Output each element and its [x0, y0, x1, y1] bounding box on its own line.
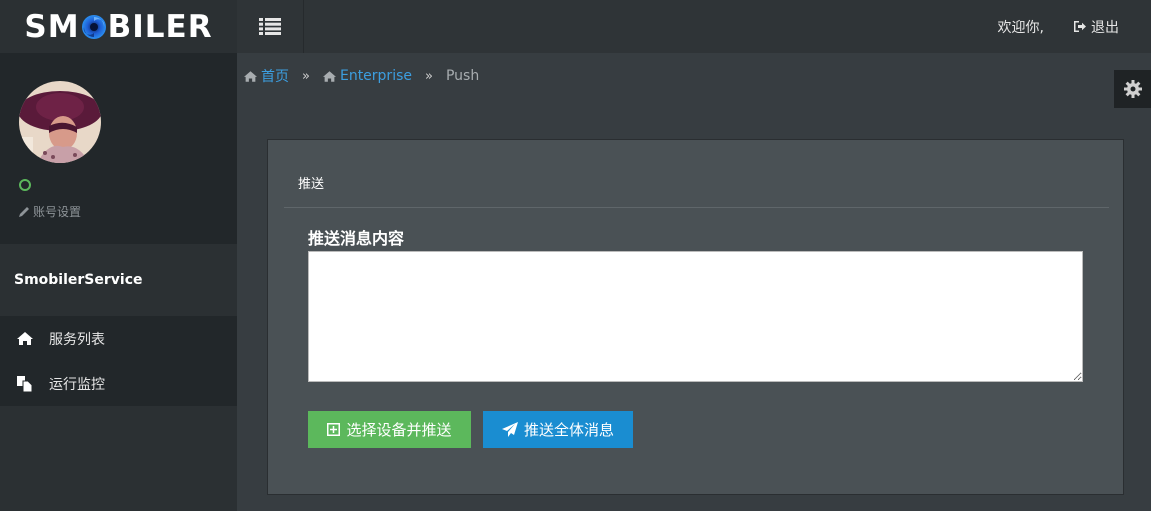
- online-status-indicator: [19, 179, 31, 191]
- sidebar: 账号设置 SmobilerService 服务列表 运行监控: [0, 53, 237, 511]
- avatar-image: [19, 81, 101, 163]
- plus-square-icon: [327, 423, 341, 436]
- settings-button[interactable]: [1114, 70, 1151, 108]
- select-device-push-label: 选择设备并推送: [346, 421, 452, 439]
- logout-label: 退出: [1091, 19, 1119, 36]
- push-panel: 推送 推送消息内容 选择设备并推送 推送全体消息: [267, 139, 1124, 495]
- logout-button[interactable]: 退出: [1074, 17, 1119, 37]
- breadcrumb-enterprise[interactable]: Enterprise: [322, 68, 412, 84]
- avatar[interactable]: [19, 81, 101, 163]
- breadcrumb-home-label: 首页: [261, 69, 289, 85]
- home-icon: [322, 70, 336, 82]
- home-icon: [17, 332, 49, 345]
- sidebar-item-label: 服务列表: [49, 331, 105, 348]
- panel-title: 推送: [298, 177, 325, 192]
- panel-divider: [284, 207, 1109, 208]
- list-icon: [259, 18, 281, 35]
- sidebar-item-label: 运行监控: [49, 376, 105, 393]
- logo[interactable]: SM BILER: [0, 0, 237, 53]
- breadcrumb-separator: »: [425, 68, 433, 84]
- sidebar-nav: 服务列表 运行监控: [0, 316, 237, 406]
- logo-text: SM BILER: [24, 9, 212, 45]
- message-content-textarea[interactable]: [308, 251, 1083, 382]
- sidebar-item-service-list[interactable]: 服务列表: [0, 316, 237, 361]
- breadcrumb: 首页 » Enterprise » Push: [244, 66, 479, 86]
- profile-section: 账号设置: [0, 53, 237, 244]
- breadcrumb-current: Push: [445, 68, 480, 84]
- breadcrumb-enterprise-label: Enterprise: [339, 68, 412, 84]
- top-bar: SM BILER 欢迎你, 退出: [0, 0, 1151, 53]
- copy-icon: [17, 375, 49, 392]
- sidebar-item-monitoring[interactable]: 运行监控: [0, 361, 237, 406]
- account-settings-label: 账号设置: [33, 205, 82, 219]
- select-device-push-button[interactable]: 选择设备并推送: [308, 411, 471, 448]
- logo-prefix: SM: [24, 8, 80, 45]
- paper-plane-icon: [501, 422, 518, 437]
- logo-swirl-icon: [81, 14, 106, 39]
- top-right-area: 欢迎你, 退出: [998, 0, 1151, 53]
- breadcrumb-home[interactable]: 首页: [244, 66, 289, 86]
- pencil-icon: [19, 207, 29, 217]
- push-all-button[interactable]: 推送全体消息: [483, 411, 633, 448]
- logo-suffix: BILER: [107, 8, 213, 45]
- menu-toggle-button[interactable]: [237, 0, 304, 53]
- push-all-label: 推送全体消息: [523, 421, 614, 439]
- breadcrumb-separator: »: [302, 68, 310, 84]
- sign-out-icon: [1074, 21, 1086, 32]
- gear-icon: [1123, 80, 1142, 98]
- message-content-label: 推送消息内容: [308, 229, 405, 248]
- service-name: SmobilerService: [0, 244, 237, 316]
- account-settings-link[interactable]: 账号设置: [19, 203, 81, 220]
- welcome-text: 欢迎你,: [997, 19, 1044, 36]
- home-icon: [244, 70, 257, 82]
